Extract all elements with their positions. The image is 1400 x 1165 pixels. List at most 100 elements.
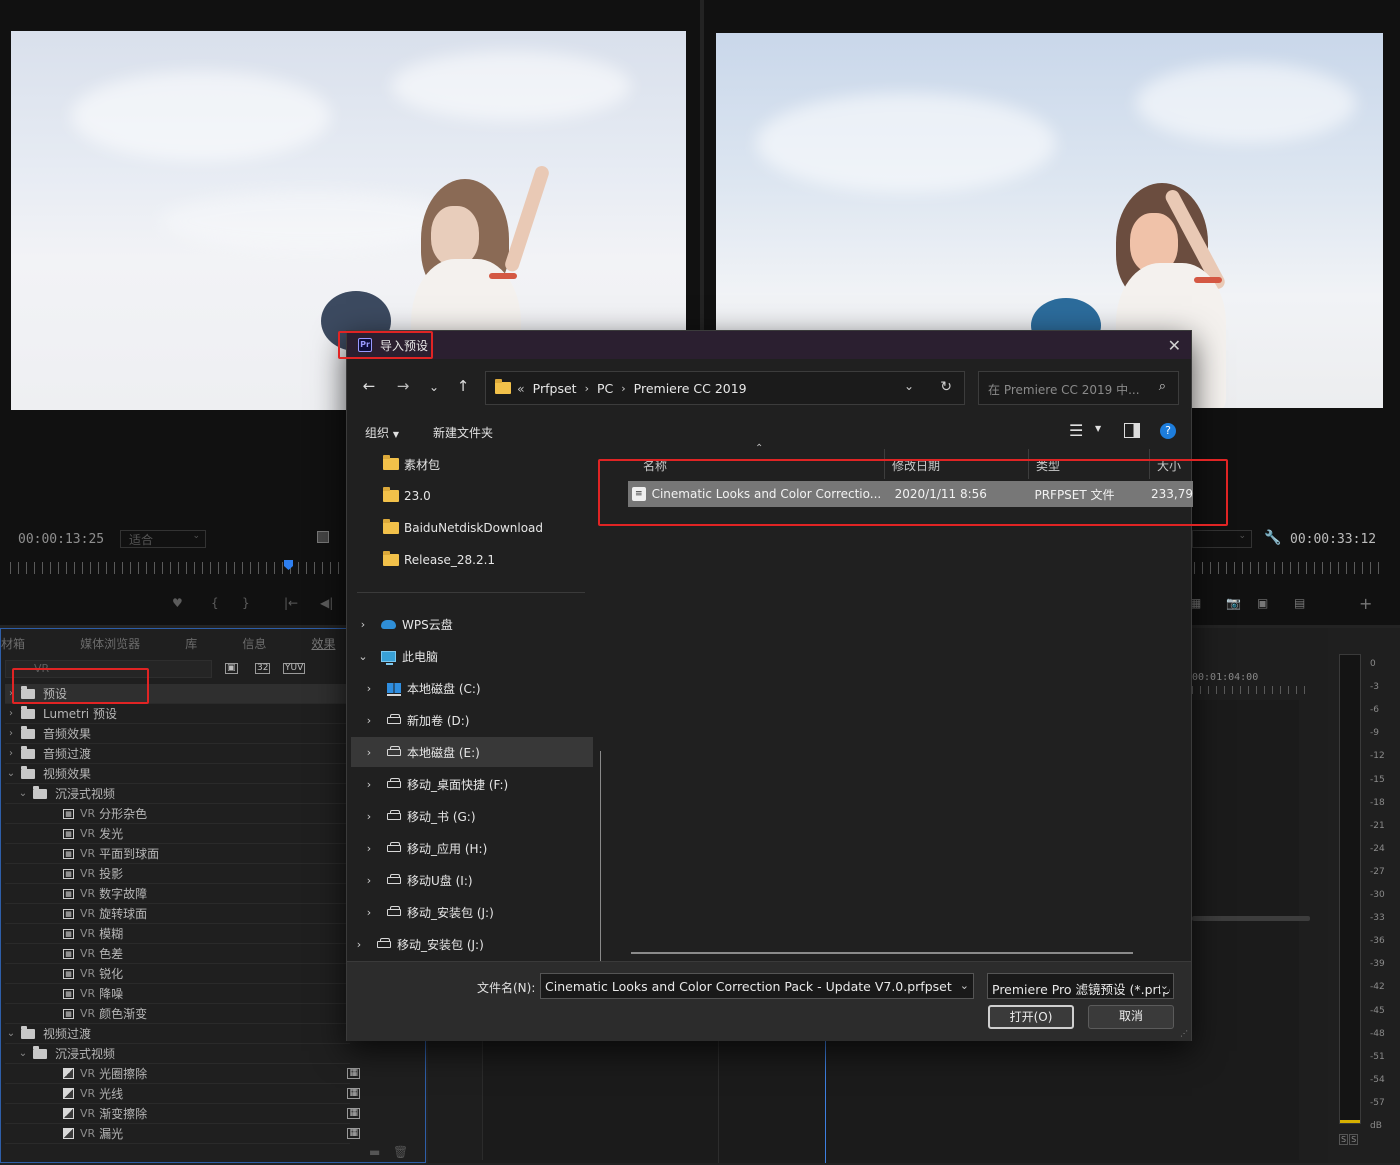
breadcrumb-premiere-cc-2019[interactable]: Premiere CC 2019 bbox=[634, 381, 747, 396]
chevron-right-icon[interactable]: › bbox=[5, 688, 17, 699]
search-input[interactable]: 在 Premiere CC 2019 中... ⌕ bbox=[978, 371, 1179, 405]
program-fit-dropdown[interactable]: ⌄ bbox=[1192, 530, 1252, 548]
effects-tree-item[interactable]: ▦ VR 锐化 bbox=[5, 964, 350, 984]
nav-folder-baidu[interactable]: BaiduNetdiskDownload bbox=[347, 513, 589, 543]
effects-tree-item[interactable]: ▦ VR 平面到球面 bbox=[5, 844, 350, 864]
forward-arrow-icon[interactable]: → bbox=[393, 377, 413, 395]
effects-tree-item[interactable]: › 音频过渡 bbox=[5, 744, 350, 764]
effects-tree-item[interactable]: ⌄ 视频效果 bbox=[5, 764, 350, 784]
chevron-right-icon[interactable]: › bbox=[5, 728, 17, 739]
effects-tree-item[interactable]: ⌄ 沉浸式视频 bbox=[5, 784, 350, 804]
tab-libraries[interactable]: 库 bbox=[185, 637, 197, 651]
nav-drive[interactable]: › 本地磁盘 (C:) bbox=[351, 673, 593, 703]
effects-tree-item[interactable]: ▦ VR 色差 bbox=[5, 944, 350, 964]
multi-camera-icon[interactable]: ▤ bbox=[1294, 596, 1305, 610]
view-options-icon[interactable]: ☰ bbox=[1069, 421, 1083, 440]
solo-buttons[interactable]: SS bbox=[1339, 1134, 1359, 1145]
export-frame-icon[interactable]: 📷 bbox=[1226, 596, 1241, 610]
nav-drive[interactable]: › 新加卷 (D:) bbox=[351, 705, 593, 735]
recent-locations-chevron-icon[interactable]: ⌄ bbox=[424, 380, 444, 394]
effects-tree-item[interactable]: › 音频效果 bbox=[5, 724, 350, 744]
column-size[interactable]: 大小 bbox=[1151, 449, 1191, 479]
nav-network-drive[interactable]: › 移动_安装包 (J:) bbox=[351, 929, 593, 959]
nav-drive[interactable]: › 本地磁盘 (E:) bbox=[351, 737, 593, 767]
column-date[interactable]: 修改日期 bbox=[886, 449, 1029, 479]
effects-search-input[interactable]: VR bbox=[5, 660, 212, 678]
accelerated-effects-icon[interactable]: ▣ bbox=[225, 663, 238, 674]
effects-tree-item[interactable]: ⌄ 沉浸式视频 bbox=[5, 1044, 350, 1064]
up-arrow-icon[interactable]: ↑ bbox=[453, 377, 473, 395]
tab-info[interactable]: 信息 bbox=[242, 637, 266, 651]
effects-tree-item[interactable]: ▦ VR 数字故障 bbox=[5, 884, 350, 904]
32bit-effects-icon[interactable]: 32 bbox=[255, 663, 271, 674]
file-row-selected[interactable]: ≡ Cinematic Looks and Color Correctio...… bbox=[628, 481, 1193, 507]
chevron-down-icon[interactable]: ⌄ bbox=[17, 788, 29, 799]
view-dropdown-icon[interactable]: ▼ bbox=[1095, 424, 1101, 433]
chevron-right-icon[interactable]: › bbox=[5, 708, 17, 719]
chevron-right-icon[interactable]: › bbox=[361, 810, 377, 823]
effects-tree-item[interactable]: ▦ VR 旋转球面 bbox=[5, 904, 350, 924]
trash-icon[interactable]: 🗑 bbox=[393, 1145, 408, 1159]
chevron-right-icon[interactable]: › bbox=[361, 746, 377, 759]
effects-tree-item[interactable]: › Lumetri 预设 bbox=[5, 704, 350, 724]
address-dropdown-icon[interactable]: ⌄ bbox=[904, 379, 914, 393]
nav-scrollbar[interactable] bbox=[600, 751, 601, 961]
filename-dropdown-icon[interactable]: ⌄ bbox=[960, 979, 969, 992]
compare-view-icon[interactable]: ▣ bbox=[1257, 596, 1268, 610]
breadcrumb-chevron-icon[interactable]: › bbox=[585, 382, 589, 395]
effects-tree-item[interactable]: › 预设 bbox=[5, 684, 350, 704]
new-folder-button[interactable]: 新建文件夹 bbox=[433, 424, 493, 441]
add-button-icon[interactable]: + bbox=[1359, 594, 1372, 613]
nav-folder-23[interactable]: 23.0 bbox=[347, 481, 589, 511]
breadcrumb-chevron-icon[interactable]: › bbox=[621, 382, 625, 395]
chevron-right-icon[interactable]: › bbox=[351, 938, 367, 951]
chevron-right-icon[interactable]: › bbox=[361, 682, 377, 695]
effects-tree-item[interactable]: ⌄ 视频过渡 bbox=[5, 1024, 350, 1044]
nav-drive[interactable]: › 移动_桌面快捷 (F:) bbox=[351, 769, 593, 799]
nav-folder-release[interactable]: Release_28.2.1 bbox=[347, 545, 589, 575]
filetype-dropdown-icon[interactable]: ⌄ bbox=[1159, 979, 1169, 992]
column-name[interactable]: 名称 bbox=[637, 449, 885, 479]
effects-tree-item[interactable]: ▦ VR 分形杂色 bbox=[5, 804, 350, 824]
organize-menu[interactable]: 组织 ▼ bbox=[365, 424, 399, 441]
search-icon[interactable]: ⌕ bbox=[1159, 379, 1166, 394]
effects-tree-item[interactable]: VR 光圈擦除 ▦ bbox=[5, 1064, 360, 1084]
nav-drive[interactable]: › 移动U盘 (I:) bbox=[351, 865, 593, 895]
effects-tree-item[interactable]: ▦ VR 发光 bbox=[5, 824, 350, 844]
step-back-icon[interactable]: ◀| bbox=[320, 596, 333, 610]
mark-out-icon[interactable]: } bbox=[242, 596, 250, 610]
timeline-scrollbar[interactable] bbox=[1192, 916, 1310, 921]
mark-in-icon[interactable]: { bbox=[211, 596, 219, 610]
new-bin-icon[interactable]: ▬ bbox=[369, 1145, 380, 1159]
go-to-in-icon[interactable]: |← bbox=[284, 596, 298, 610]
horizontal-scrollbar[interactable] bbox=[631, 952, 1133, 954]
effects-tree-item[interactable]: VR 漏光 ▦ bbox=[5, 1124, 360, 1144]
settings-icon[interactable] bbox=[317, 531, 329, 543]
effects-tree-item[interactable]: ▦ VR 降噪 bbox=[5, 984, 350, 1004]
chevron-right-icon[interactable]: › bbox=[5, 748, 17, 759]
effects-tree-item[interactable]: ▦ VR 投影 bbox=[5, 864, 350, 884]
chevron-right-icon[interactable]: › bbox=[361, 842, 377, 855]
nav-drive[interactable]: › 移动_应用 (H:) bbox=[351, 833, 593, 863]
tab-bins[interactable]: 材箱 bbox=[1, 637, 25, 651]
help-icon[interactable]: ? bbox=[1160, 423, 1176, 439]
effects-tree-item[interactable]: VR 光线 ▦ bbox=[5, 1084, 360, 1104]
fit-dropdown[interactable]: 适合 ⌄ bbox=[120, 530, 206, 548]
effects-tree-item[interactable]: VR 渐变擦除 ▦ bbox=[5, 1104, 360, 1124]
breadcrumb-pc[interactable]: PC bbox=[597, 381, 613, 396]
chevron-right-icon[interactable]: › bbox=[361, 714, 377, 727]
filetype-select[interactable]: Premiere Pro 滤镜预设 (*.prfp ⌄ bbox=[987, 973, 1174, 999]
effects-tree-item[interactable]: ▦ VR 颜色渐变 bbox=[5, 1004, 350, 1024]
chevron-right-icon[interactable]: › bbox=[361, 906, 377, 919]
nav-drive[interactable]: › 移动_书 (G:) bbox=[351, 801, 593, 831]
chevron-right-icon[interactable]: › bbox=[361, 874, 377, 887]
refresh-icon[interactable]: ↻ bbox=[940, 379, 952, 395]
timeline-playhead[interactable] bbox=[825, 1040, 826, 1163]
breadcrumb-overflow[interactable]: « bbox=[517, 381, 525, 396]
effects-tree-item[interactable]: ▦ VR 模糊 bbox=[5, 924, 350, 944]
cancel-button[interactable]: 取消 bbox=[1088, 1005, 1174, 1029]
add-marker-icon[interactable]: ♥ bbox=[172, 596, 183, 610]
chevron-right-icon[interactable]: › bbox=[361, 778, 377, 791]
nav-wps-cloud[interactable]: › WPS云盘 bbox=[355, 609, 597, 639]
tab-effects[interactable]: 效果 bbox=[311, 637, 335, 651]
